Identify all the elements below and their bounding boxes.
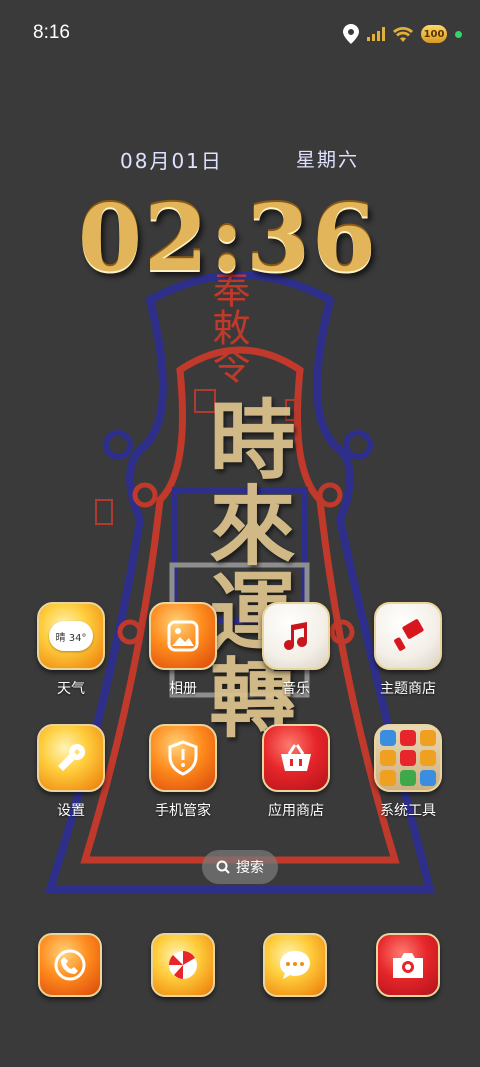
battery-icon: 100 [421, 25, 447, 43]
paint-brush-glyph [394, 619, 424, 651]
signal-icon [367, 27, 385, 41]
weather-icon[interactable]: 晴 34° [37, 602, 105, 670]
weather-cloud-badge: 晴 34° [49, 621, 93, 651]
camera-icon[interactable] [376, 933, 440, 997]
folder-grid [380, 730, 436, 786]
app-gallery[interactable]: 相册 [133, 602, 233, 712]
folder-icon[interactable] [374, 724, 442, 792]
wallpaper-coin [103, 430, 133, 460]
search-icon [216, 860, 230, 874]
theme-store-icon[interactable] [374, 602, 442, 670]
basket-glyph [281, 744, 311, 771]
music-note-glyph [284, 622, 307, 650]
gallery-glyph [167, 620, 199, 652]
location-icon [343, 24, 359, 44]
browser-icon[interactable] [151, 933, 215, 997]
app-label: 手机管家 [155, 803, 211, 819]
messages-icon[interactable] [263, 933, 327, 997]
app-settings[interactable]: 设置 [21, 724, 121, 834]
app-label: 天气 [57, 681, 85, 697]
status-bar: 8:16 100 [0, 0, 480, 64]
app-label: 主题商店 [380, 681, 436, 697]
app-weather[interactable]: 晴 34° 天气 [21, 602, 121, 712]
status-time: 8:16 [33, 22, 70, 43]
wallpaper-coin [343, 430, 373, 460]
shield-glyph [168, 740, 198, 776]
browser-glyph [168, 951, 197, 979]
wrench-glyph [58, 743, 86, 771]
wifi-icon [393, 27, 413, 42]
gallery-icon[interactable] [149, 602, 217, 670]
app-system-tools-folder[interactable]: 系统工具 [358, 724, 458, 834]
app-label: 应用商店 [268, 803, 324, 819]
weather-badge-text: 晴 34° [55, 632, 87, 644]
clock-widget[interactable]: 02:36 [78, 188, 398, 288]
music-icon[interactable] [262, 602, 330, 670]
app-label: 音乐 [282, 681, 310, 697]
date-row: 08月01日 星期六 [0, 145, 480, 173]
search-label: 搜索 [236, 860, 264, 876]
status-icons: 100 [343, 22, 462, 46]
camera-glyph [393, 953, 423, 978]
phone-icon[interactable] [38, 933, 102, 997]
app-label: 相册 [169, 681, 197, 697]
app-store-basket-icon[interactable] [262, 724, 330, 792]
app-app-store[interactable]: 应用商店 [246, 724, 346, 834]
privacy-dot-icon [455, 30, 462, 38]
wallpaper-seal [95, 499, 113, 525]
weekday-text: 星期六 [296, 149, 360, 171]
search-button[interactable]: 搜索 [202, 850, 278, 884]
app-music[interactable]: 音乐 [246, 602, 346, 712]
shield-icon[interactable] [149, 724, 217, 792]
phone-glyph [54, 949, 86, 981]
app-theme-store[interactable]: 主题商店 [358, 602, 458, 712]
wallpaper-coin [317, 482, 343, 508]
date-text: 08月01日 [120, 149, 223, 173]
app-label: 设置 [57, 803, 85, 819]
app-label: 系统工具 [380, 803, 436, 819]
wallpaper-coin [132, 482, 158, 508]
app-phone-manager[interactable]: 手机管家 [133, 724, 233, 834]
settings-wrench-icon[interactable] [37, 724, 105, 792]
messages-glyph [280, 951, 310, 979]
